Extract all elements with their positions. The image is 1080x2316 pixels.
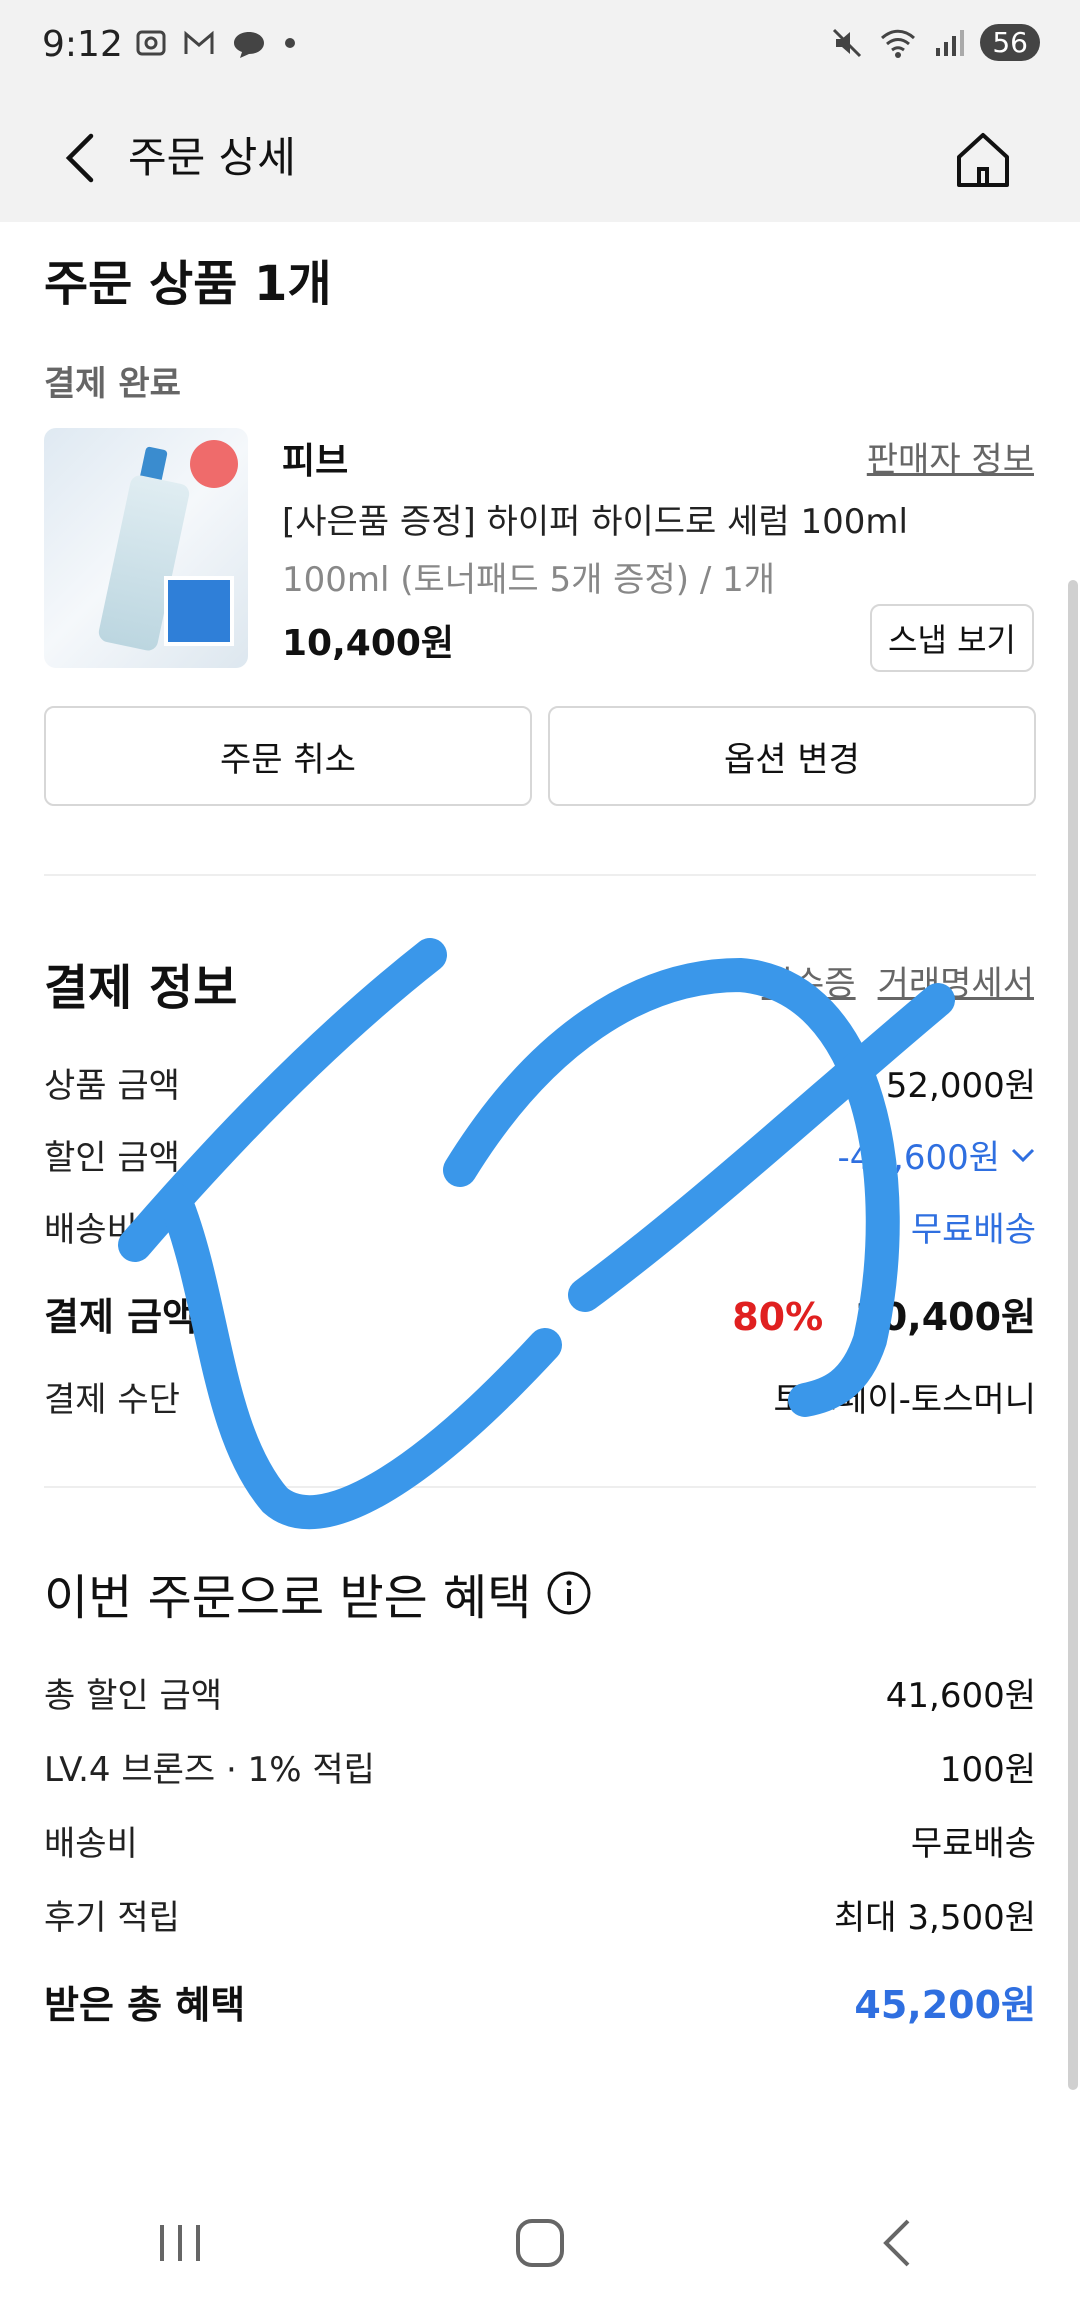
discount-rate: 80%: [732, 1295, 824, 1339]
product-thumbnail[interactable]: [44, 428, 248, 668]
row-label: 상품 금액: [44, 1066, 180, 1106]
benefit-row-review: 후기 적립 최대 3,500원: [44, 1890, 1036, 1939]
benefits-heading-row: 이번 주문으로 받은 혜택: [44, 1558, 593, 1628]
home-button[interactable]: [938, 114, 1028, 204]
home-nav-icon[interactable]: [510, 2213, 570, 2273]
row-value: 45,200원: [854, 1983, 1036, 2027]
row-value: 52,000원: [885, 1066, 1036, 1106]
signal-icon: [936, 29, 965, 56]
product-price: 10,400원: [282, 623, 455, 664]
page-title: 주문 상세: [128, 133, 296, 182]
row-label: 결제 금액: [44, 1295, 198, 1339]
row-value: 10,400원: [854, 1295, 1036, 1339]
row-value: 최대 3,500원: [834, 1898, 1036, 1938]
row-value: 무료배송: [910, 1824, 1036, 1864]
status-bar: 9:12 56: [0, 0, 1080, 96]
screenshot-icon: [136, 30, 166, 56]
benefits-heading: 이번 주문으로 받은 혜택: [44, 1570, 532, 1626]
mail-icon: [184, 30, 214, 54]
cancel-order-button[interactable]: 주문 취소: [44, 706, 532, 806]
row-value: 토스페이-토스머니: [773, 1380, 1036, 1420]
row-value: -41,600원: [837, 1138, 1000, 1178]
row-label: 후기 적립: [44, 1898, 180, 1938]
payment-row-discount[interactable]: 할인 금액 -41,600원: [44, 1130, 1036, 1179]
payment-row-total: 결제 금액 80% 10,400원: [44, 1286, 1036, 1341]
total-value-group: 80% 10,400원: [732, 1286, 1036, 1341]
row-label: 총 할인 금액: [44, 1676, 223, 1716]
receipt-link[interactable]: 영수증: [762, 956, 856, 1005]
system-icons: 56: [830, 24, 1040, 61]
divider: [44, 1486, 1036, 1488]
row-label: 할인 금액: [44, 1138, 180, 1178]
back-button[interactable]: [50, 118, 110, 198]
row-value: 무료배송: [910, 1210, 1036, 1250]
order-status: 결제 완료: [44, 364, 181, 404]
product-name[interactable]: [사은품 증정] 하이퍼 하이드로 세럼 100ml: [282, 494, 908, 543]
row-label: 결제 수단: [44, 1380, 180, 1420]
payment-links: 영수증 거래명세서: [762, 956, 1034, 1005]
row-label: 배송비: [44, 1210, 138, 1250]
payment-heading: 결제 정보: [44, 960, 238, 1016]
benefit-row-shipping: 배송비 무료배송: [44, 1816, 1036, 1865]
back-nav-icon[interactable]: [870, 2213, 930, 2273]
system-nav-bar: [0, 2170, 1080, 2316]
mute-icon: [833, 28, 862, 57]
row-label: LV.4 브론즈 · 1% 적립: [44, 1750, 375, 1790]
product-brand[interactable]: 피브: [282, 432, 348, 484]
battery-level: 56: [980, 24, 1040, 61]
status-time: 9:12: [42, 24, 123, 65]
benefit-row-total: 받은 총 혜택 45,200원: [44, 1974, 1036, 2029]
row-value: 41,600원: [885, 1676, 1036, 1716]
wifi-icon: [881, 29, 916, 58]
payment-row-method: 결제 수단 토스페이-토스머니: [44, 1372, 1036, 1421]
change-option-button[interactable]: 옵션 변경: [548, 706, 1036, 806]
recent-apps-icon[interactable]: [150, 2213, 210, 2273]
info-icon[interactable]: [545, 1569, 593, 1617]
app-bar: 주문 상세: [0, 96, 1080, 222]
statement-link[interactable]: 거래명세서: [878, 956, 1034, 1005]
chevron-down-icon: [1011, 1148, 1035, 1162]
divider: [44, 874, 1036, 876]
chevron-left-icon: [65, 133, 94, 183]
benefit-row-points: LV.4 브론즈 · 1% 적립 100원: [44, 1742, 1036, 1791]
snap-view-button[interactable]: 스냅 보기: [870, 604, 1034, 672]
dot-icon: [285, 38, 295, 48]
scrollbar[interactable]: [1068, 580, 1078, 2090]
chat-icon: [234, 32, 264, 58]
payment-row-shipping: 배송비 무료배송: [44, 1202, 1036, 1251]
seller-info-link[interactable]: 판매자 정보: [867, 432, 1034, 481]
payment-row-product-amount: 상품 금액 52,000원: [44, 1058, 1036, 1107]
row-value: 100원: [939, 1750, 1036, 1790]
row-label: 배송비: [44, 1824, 138, 1864]
order-items-heading: 주문 상품 1개: [44, 256, 332, 312]
benefit-row-total-discount: 총 할인 금액 41,600원: [44, 1668, 1036, 1717]
home-icon: [957, 133, 1009, 187]
discount-value[interactable]: -41,600원: [837, 1130, 1036, 1179]
notification-icons: [134, 26, 298, 60]
product-option: 100ml (토너패드 5개 증정) / 1개: [282, 560, 775, 600]
row-label: 받은 총 혜택: [44, 1983, 246, 2027]
